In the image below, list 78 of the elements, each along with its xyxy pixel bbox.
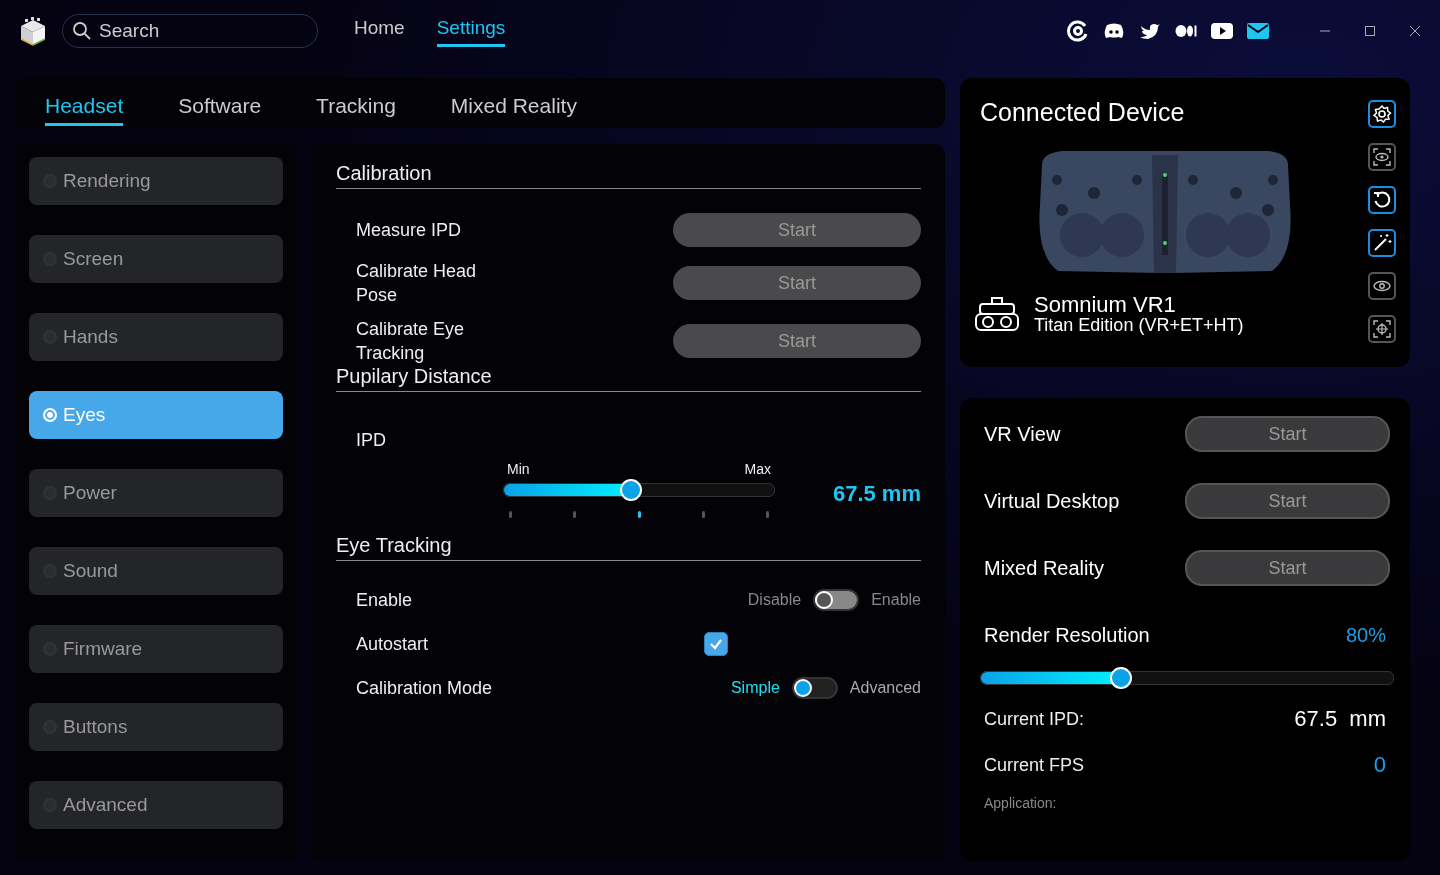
section-title: Pupilary Distance [336,365,921,392]
option-label: Advanced [849,679,921,697]
vr-headset-icon [974,296,1020,334]
toggle-switch[interactable] [791,677,838,699]
settings-button[interactable] [1368,100,1396,128]
setting-label: Measure IPD [356,219,463,242]
ipd-label: Current IPD: [984,708,1085,730]
tab[interactable]: Mixed Reality [450,88,577,126]
setting-label: Enable [356,589,413,611]
option-label: Disable [747,591,802,609]
eye-scan-icon [1372,147,1392,167]
crosshair-icon [1372,319,1392,339]
fps-label: Current FPS [984,754,1085,776]
ipd-value: 67.5 mm [832,481,921,507]
nav-link[interactable]: Home [354,11,405,47]
setting-label: Autostart [356,633,429,655]
option-label: Enable [871,591,921,609]
close-icon[interactable] [1409,25,1421,37]
setting-label: Mixed Reality [984,556,1105,580]
tool-button[interactable] [1368,143,1396,171]
device-edition: Titan Edition (VR+ET+HT) [1034,315,1244,335]
setting-label: Virtual Desktop [984,489,1120,513]
setting-label: Calibration Mode [356,677,493,699]
bird-icon[interactable] [1139,22,1161,40]
toggle-switch[interactable] [813,589,860,611]
sidebar-item[interactable]: Advanced [29,781,283,829]
start-button[interactable]: Start [1185,550,1390,586]
resolution-value: 80% [1345,623,1386,647]
start-button[interactable]: Start [1185,416,1390,452]
search-field[interactable]: Search [62,14,318,48]
start-button[interactable]: Start [1185,483,1390,519]
tool-button[interactable] [1368,272,1396,300]
sidebar-item[interactable]: Screen [29,235,283,283]
min-label: Min [507,461,530,477]
play-icon[interactable] [1211,23,1233,39]
slider-thumb[interactable] [1110,667,1133,689]
magic-wand-icon [1372,233,1392,253]
sidebar-item[interactable]: Hands [29,313,283,361]
setting-label: Calibrate Eye Tracking [356,318,466,365]
start-button[interactable]: Start [673,266,921,300]
search-icon [72,21,92,41]
start-button[interactable]: Start [673,213,921,247]
section-title: Calibration [336,162,921,189]
maximize-icon[interactable] [1364,25,1376,37]
setting-label: Calibrate Head Pose [356,260,478,307]
tab[interactable]: Tracking [316,88,396,126]
ipd-value: 67.5 mm [1294,706,1386,732]
sidebar-item[interactable]: Power [29,469,283,517]
game-controller-icon[interactable] [1103,22,1125,40]
fps-value: 0 [1373,752,1386,778]
setting-label: VR View [984,422,1061,446]
checkbox[interactable] [704,632,728,656]
circular-arrow-icon [1372,190,1392,210]
tab[interactable]: Headset [45,88,124,126]
sidebar-item[interactable]: Firmware [29,625,283,673]
sidebar-item[interactable]: Buttons [29,703,283,751]
cube-logo-icon [19,16,47,46]
tool-button[interactable] [1368,229,1396,257]
slider-thumb[interactable] [619,479,642,501]
device-name: Somnium VR1 [1034,295,1177,315]
mail-icon[interactable] [1247,23,1269,39]
setting-label: IPD [356,430,387,451]
card-title: Connected Device [980,98,1186,127]
sidebar-item[interactable]: Rendering [29,157,283,205]
max-label: Max [744,461,771,477]
tool-button[interactable] [1368,315,1396,343]
at-sign-icon[interactable] [1067,20,1089,42]
tool-button[interactable] [1368,186,1396,214]
start-button[interactable]: Start [673,324,921,358]
section-title: Eye Tracking [336,534,921,561]
dots-icon[interactable] [1175,24,1197,38]
setting-label: Render Resolution [984,623,1150,647]
nav-link[interactable]: Settings [436,11,506,47]
application-label: Application: [984,795,1058,811]
tab[interactable]: Software [178,88,262,126]
sidebar-item[interactable]: Sound [29,547,283,595]
gear-icon [1372,104,1392,124]
option-label: Simple [730,679,780,697]
